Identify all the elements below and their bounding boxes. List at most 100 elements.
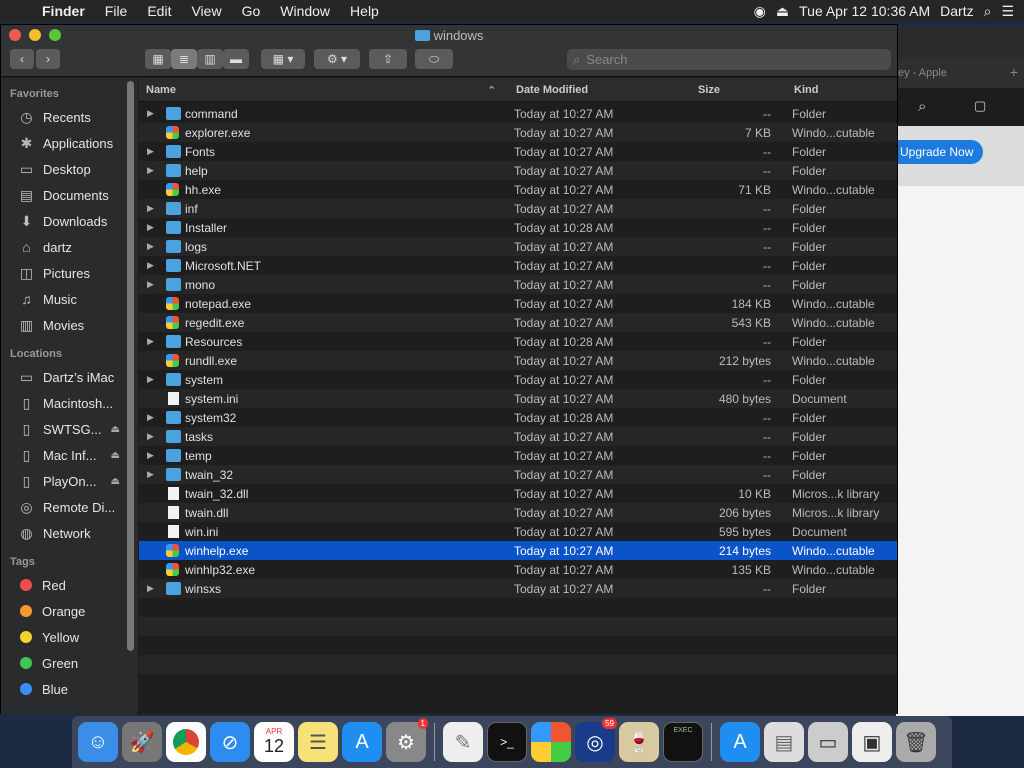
edit-tags-button[interactable]: ⬭ xyxy=(415,49,453,69)
upgrade-now-button[interactable]: Upgrade Now xyxy=(896,140,984,164)
new-tab-icon[interactable]: + xyxy=(1010,64,1018,80)
table-row[interactable]: ▶ winsxs Today at 10:27 AM -- Folder xyxy=(139,579,897,598)
menu-edit[interactable]: Edit xyxy=(137,3,181,19)
sidebar-tag-blue[interactable]: Blue xyxy=(1,676,138,702)
menu-window[interactable]: Window xyxy=(270,3,340,19)
app-store-dock-icon[interactable]: A xyxy=(342,722,382,762)
table-row[interactable]: ▶ Fonts Today at 10:27 AM -- Folder xyxy=(139,142,897,161)
menu-file[interactable]: File xyxy=(95,3,138,19)
table-row[interactable]: ▶ inf Today at 10:27 AM -- Folder xyxy=(139,199,897,218)
disclosure-triangle-icon[interactable]: ▶ xyxy=(147,583,154,594)
share-button[interactable]: ⇧ xyxy=(369,49,407,69)
table-row[interactable]: ▶ twain_32 Today at 10:27 AM -- Folder xyxy=(139,465,897,484)
table-row[interactable]: ▶ Microsoft.NET Today at 10:27 AM -- Folder xyxy=(139,256,897,275)
table-row[interactable]: ▶ tasks Today at 10:27 AM -- Folder xyxy=(139,427,897,446)
sidebar-tag-red[interactable]: Red xyxy=(1,572,138,598)
disclosure-triangle-icon[interactable]: ▶ xyxy=(147,165,154,176)
disclosure-triangle-icon[interactable]: ▶ xyxy=(147,146,154,157)
chrome-dock-icon[interactable] xyxy=(166,722,206,762)
sidebar-item-movies[interactable]: ▥ Movies xyxy=(1,312,138,338)
browser-tab-title[interactable]: ey - Apple xyxy=(898,67,947,79)
disclosure-triangle-icon[interactable]: ▶ xyxy=(147,374,154,385)
column-date-header[interactable]: Date Modified xyxy=(516,84,588,96)
terminal-dock-icon[interactable]: >_ xyxy=(487,722,527,762)
sidebar-tag-orange[interactable]: Orange xyxy=(1,598,138,624)
table-row[interactable]: ▶ logs Today at 10:27 AM -- Folder xyxy=(139,237,897,256)
table-row[interactable]: rundll.exe Today at 10:27 AM 212 bytes Wind… xyxy=(139,351,897,370)
sidebar-location-item[interactable]: ▯ Mac Inf... ⏏ xyxy=(1,442,138,468)
sidebar-item-downloads[interactable]: ⬇ Downloads xyxy=(1,208,138,234)
table-row[interactable]: winhlp32.exe Today at 10:27 AM 135 KB Windo… xyxy=(139,560,897,579)
safari-dock-icon[interactable]: ⊘ xyxy=(210,722,250,762)
notes-dock-icon[interactable]: ☰ xyxy=(298,722,338,762)
table-row[interactable]: hh.exe Today at 10:27 AM 71 KB Windo...cuta… xyxy=(139,180,897,199)
forward-button[interactable]: › xyxy=(36,49,60,69)
sidebar-location-item[interactable]: ◍ Network xyxy=(1,520,138,546)
menu-clock[interactable]: Tue Apr 12 10:36 AM xyxy=(799,3,930,19)
group-by-button[interactable]: ▦ ▾ xyxy=(261,49,305,69)
document-stack-dock-icon[interactable]: ▤ xyxy=(764,722,804,762)
quicktime-dock-icon[interactable]: ◎ 59 xyxy=(575,718,617,762)
eject-icon[interactable]: ⏏ xyxy=(111,450,120,461)
notification-center-icon[interactable]: ☰ xyxy=(1001,3,1014,20)
disclosure-triangle-icon[interactable]: ▶ xyxy=(147,241,154,252)
window-stack-dock-icon[interactable]: ▣ xyxy=(852,722,892,762)
back-button[interactable]: ‹ xyxy=(10,49,34,69)
table-row[interactable]: explorer.exe Today at 10:27 AM 7 KB Windo..… xyxy=(139,123,897,142)
table-row[interactable]: ▶ system32 Today at 10:28 AM -- Folder xyxy=(139,408,897,427)
eject-status-icon[interactable]: ⏏ xyxy=(776,3,789,20)
table-row[interactable]: ▶ help Today at 10:27 AM -- Folder xyxy=(139,161,897,180)
textedit-dock-icon[interactable]: ✎ xyxy=(443,722,483,762)
spotlight-search-icon[interactable]: ⌕ xyxy=(984,3,992,20)
table-row[interactable]: ▶ Installer Today at 10:28 AM -- Folder xyxy=(139,218,897,237)
sidebar-item-desktop[interactable]: ▭ Desktop xyxy=(1,156,138,182)
app-store-downloads-dock-icon[interactable]: A xyxy=(720,722,760,762)
table-row[interactable]: twain_32.dll Today at 10:27 AM 10 KB Micros… xyxy=(139,484,897,503)
view-list-button[interactable]: ≣ xyxy=(171,49,197,69)
action-menu-button[interactable]: ⚙ ▾ xyxy=(314,49,360,69)
sidebar-tag-yellow[interactable]: Yellow xyxy=(1,624,138,650)
column-name-header[interactable]: Name xyxy=(146,84,176,96)
column-size-header[interactable]: Size xyxy=(698,84,720,96)
screenshot-stack-dock-icon[interactable]: ▭ xyxy=(808,722,848,762)
disclosure-triangle-icon[interactable]: ▶ xyxy=(147,222,154,233)
site-search-icon[interactable]: ⌕ xyxy=(918,98,926,115)
sidebar-tag-green[interactable]: Green xyxy=(1,650,138,676)
search-field[interactable]: ⌕ Search xyxy=(567,49,891,70)
disclosure-triangle-icon[interactable]: ▶ xyxy=(147,203,154,214)
disclosure-triangle-icon[interactable]: ▶ xyxy=(147,450,154,461)
sidebar-item-recents[interactable]: ◷ Recents xyxy=(1,104,138,130)
disclosure-triangle-icon[interactable]: ▶ xyxy=(147,469,154,480)
sidebar-location-item[interactable]: ▭ Dartz’s iMac xyxy=(1,364,138,390)
exec-terminal-dock-icon[interactable]: EXEC xyxy=(663,722,703,762)
eject-icon[interactable]: ⏏ xyxy=(111,424,120,435)
sidebar-location-item[interactable]: ▯ SWTSG... ⏏ xyxy=(1,416,138,442)
table-row[interactable]: winhelp.exe Today at 10:27 AM 214 bytes Win… xyxy=(139,541,897,560)
sidebar-item-applications[interactable]: ✱ Applications xyxy=(1,130,138,156)
quicktime-status-icon[interactable]: ◉ xyxy=(754,3,766,20)
sidebar-location-item[interactable]: ▯ PlayOn... ⏏ xyxy=(1,468,138,494)
shopping-bag-icon[interactable]: ▢ xyxy=(974,98,986,114)
table-row[interactable]: twain.dll Today at 10:27 AM 206 bytes Micro… xyxy=(139,503,897,522)
disclosure-triangle-icon[interactable]: ▶ xyxy=(147,431,154,442)
view-columns-button[interactable]: ▥ xyxy=(197,49,223,69)
sidebar-item-music[interactable]: ♫ Music xyxy=(1,286,138,312)
disclosure-triangle-icon[interactable]: ▶ xyxy=(147,260,154,271)
finder-dock-icon[interactable]: ☺ xyxy=(78,722,118,762)
table-row[interactable]: system.ini Today at 10:27 AM 480 bytes Docu… xyxy=(139,389,897,408)
menu-user[interactable]: Dartz xyxy=(940,3,973,19)
menu-go[interactable]: Go xyxy=(232,3,271,19)
menu-app-name[interactable]: Finder xyxy=(38,3,95,19)
sidebar-scrollbar[interactable] xyxy=(127,81,134,651)
sidebar-location-item[interactable]: ▯ Macintosh... xyxy=(1,390,138,416)
table-row[interactable]: notepad.exe Today at 10:27 AM 184 KB Windo.… xyxy=(139,294,897,313)
table-row[interactable]: ▶ system Today at 10:27 AM -- Folder xyxy=(139,370,897,389)
table-row[interactable]: ▶ temp Today at 10:27 AM -- Folder xyxy=(139,446,897,465)
system-preferences-dock-icon[interactable]: ⚙ 1 xyxy=(386,718,428,762)
trash-dock-icon[interactable]: 🗑 xyxy=(896,722,936,762)
disclosure-triangle-icon[interactable]: ▶ xyxy=(147,336,154,347)
disclosure-triangle-icon[interactable]: ▶ xyxy=(147,108,154,119)
view-gallery-button[interactable]: ▬ xyxy=(223,49,249,69)
disclosure-triangle-icon[interactable]: ▶ xyxy=(147,279,154,290)
table-row[interactable]: win.ini Today at 10:27 AM 595 bytes Documen… xyxy=(139,522,897,541)
